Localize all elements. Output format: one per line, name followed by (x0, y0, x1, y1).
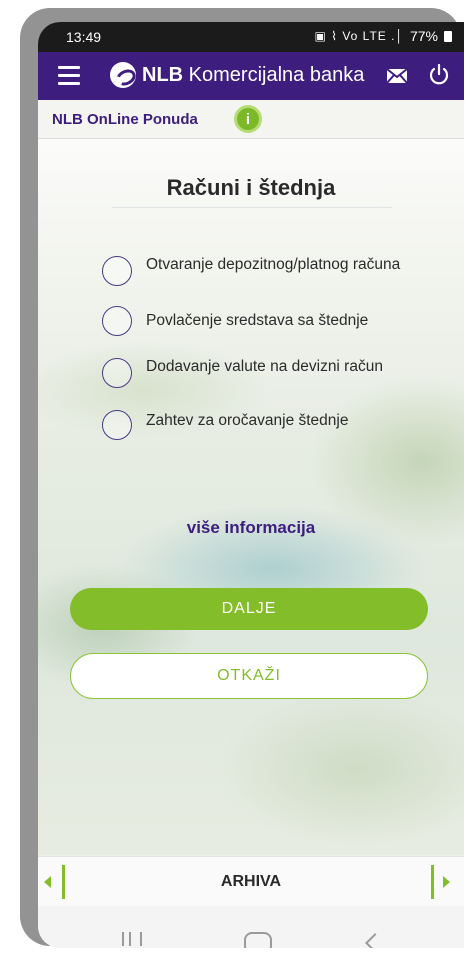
brand-name: NLB Komercijalna banka (142, 64, 364, 87)
page-title: Računi i štednja (166, 175, 336, 200)
offer-title: NLB OnLine Ponuda (52, 111, 198, 128)
radio-button[interactable] (102, 256, 132, 286)
sub-header: NLB OnLine Ponuda i (38, 100, 464, 139)
next-button[interactable]: DALJE (70, 588, 428, 630)
brand-name-rest: Komercijalna banka (183, 63, 365, 86)
status-time: 13:49 (66, 29, 102, 45)
power-icon[interactable] (428, 64, 450, 86)
nlb-logo-icon (110, 62, 136, 88)
status-bar: 13:49 ▣ ⌇ Vo LTE .│ 77% (38, 22, 464, 52)
brand-name-bold: NLB (142, 63, 184, 86)
option-label: Dodavanje valute na devizni račun (146, 358, 383, 375)
radio-button[interactable] (102, 358, 132, 388)
app-screen: 13:49 ▣ ⌇ Vo LTE .│ 77% NLB Komercijalna… (38, 22, 464, 948)
option-label: Povlačenje sredstava sa štednje (146, 312, 369, 329)
radio-button[interactable] (102, 410, 132, 440)
mail-icon[interactable] (386, 68, 408, 84)
info-icon[interactable]: i (234, 105, 262, 133)
recent-apps-icon[interactable] (122, 932, 142, 946)
archive-label[interactable]: ARHIVA (38, 873, 464, 891)
signal-wifi-icons: ▣ ⌇ Vo LTE .│ (314, 29, 404, 43)
option-label: Zahtev za oročavanje štednje (146, 412, 349, 429)
option-term-deposit[interactable]: Zahtev za oročavanje štednje (102, 410, 432, 440)
home-icon[interactable] (244, 932, 272, 948)
more-info-link[interactable]: više informacija (38, 518, 464, 538)
status-icons-group: ▣ ⌇ Vo LTE .│ 77% (314, 28, 452, 44)
battery-icon (444, 30, 452, 42)
title-divider (112, 207, 392, 208)
landscape-background (38, 139, 464, 855)
archive-bar: ARHIVA (38, 856, 464, 907)
brand-logo: NLB Komercijalna banka (110, 62, 364, 88)
back-icon[interactable] (365, 933, 385, 948)
system-nav-bar (38, 906, 464, 948)
arrow-right-icon[interactable] (431, 865, 454, 899)
option-withdraw-savings[interactable]: Povlačenje sredstava sa štednje (102, 306, 432, 336)
option-label: Otvaranje depozitnog/platnog računa (146, 256, 401, 273)
cancel-button[interactable]: OTKAŽI (70, 653, 428, 699)
radio-button[interactable] (102, 306, 132, 336)
hamburger-menu-icon[interactable] (58, 66, 80, 86)
option-add-currency[interactable]: Dodavanje valute na devizni račun (102, 358, 432, 388)
app-header: NLB Komercijalna banka (38, 52, 464, 100)
battery-level: 77% (409, 28, 438, 44)
option-open-account[interactable]: Otvaranje depozitnog/platnog računa (102, 256, 432, 286)
